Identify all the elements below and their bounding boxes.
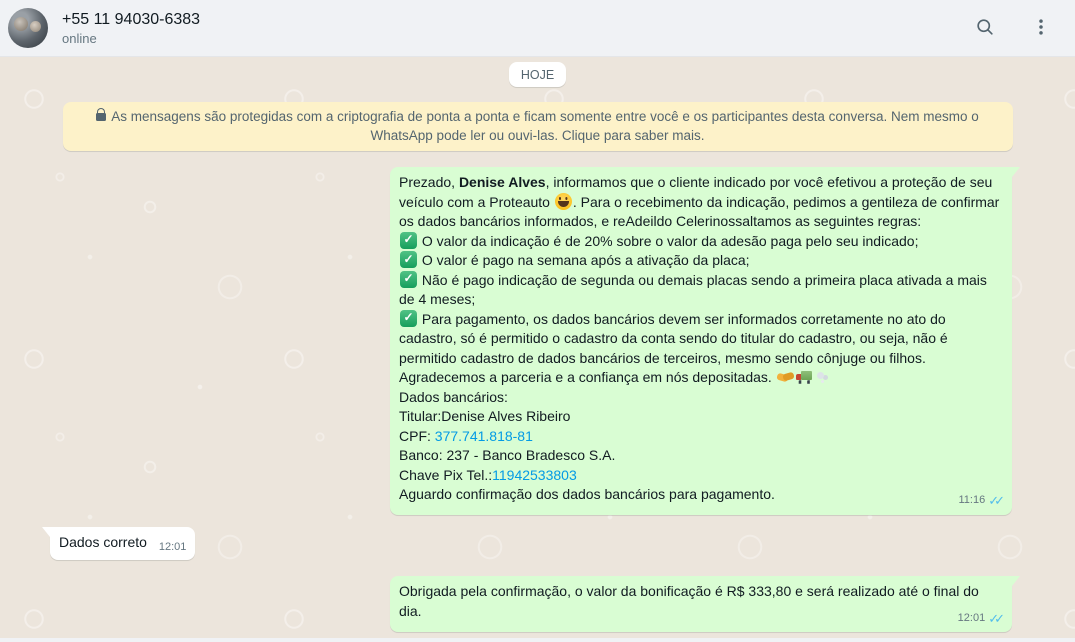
message-text-segment: Banco: 237 - Banco Bradesco S.A. bbox=[399, 447, 615, 463]
grin-emoji bbox=[555, 193, 572, 210]
check-emoji bbox=[400, 310, 417, 327]
message-text-segment: Denise Alves bbox=[459, 174, 546, 190]
dash-emoji bbox=[815, 368, 832, 385]
message-time: 11:16 bbox=[958, 491, 985, 511]
message-text: Dados correto bbox=[59, 534, 147, 550]
compose-bar-edge bbox=[0, 638, 1075, 642]
chat-area: HOJE As mensagens são protegidas com a c… bbox=[0, 57, 1075, 642]
message-meta: 11:16 ✓✓ bbox=[958, 491, 1005, 511]
message-text-segment: CPF: bbox=[399, 428, 435, 444]
bubble-tail bbox=[1012, 576, 1020, 586]
read-ticks-icon: ✓✓ bbox=[988, 495, 1005, 506]
pix-phone-link[interactable]: 11942533803 bbox=[492, 467, 577, 483]
check-emoji bbox=[400, 232, 417, 249]
search-icon bbox=[975, 17, 995, 40]
bubble-tail bbox=[1012, 167, 1020, 177]
header-actions bbox=[971, 13, 1055, 44]
contact-status: online bbox=[62, 30, 971, 48]
message-meta: 12:01 bbox=[159, 538, 187, 558]
message-text-segment: Obrigada pela confirmação, o valor da bo… bbox=[399, 583, 979, 619]
date-divider: HOJE bbox=[509, 62, 566, 87]
check-emoji bbox=[400, 271, 417, 288]
chat-header: +55 11 94030-6383 online bbox=[0, 0, 1075, 57]
contact-info[interactable]: +55 11 94030-6383 online bbox=[62, 9, 971, 48]
message-time: 12:01 bbox=[958, 609, 986, 629]
read-ticks-icon: ✓✓ bbox=[988, 613, 1005, 624]
message-text-segment: Dados bancários: bbox=[399, 389, 508, 405]
message-bubble-outgoing[interactable]: Prezado, Denise Alves, informamos que o … bbox=[390, 167, 1012, 515]
kebab-menu-icon bbox=[1031, 17, 1051, 40]
handshake-emoji bbox=[777, 368, 794, 385]
message-text-segment: Aguardo confirmação dos dados bancários … bbox=[399, 486, 775, 502]
check-emoji bbox=[400, 251, 417, 268]
message-row: Obrigada pela confirmação, o valor da bo… bbox=[0, 576, 1075, 632]
message-text-segment: O valor é pago na semana após a ativação… bbox=[418, 252, 750, 268]
message-bubble-incoming[interactable]: Dados correto 12:01 bbox=[50, 527, 195, 561]
cpf-link[interactable]: 377.741.818-81 bbox=[435, 428, 533, 444]
message-text-segment: Dados correto bbox=[59, 534, 147, 550]
contact-avatar[interactable] bbox=[8, 8, 48, 48]
message-text-segment: O valor da indicação é de 20% sobre o va… bbox=[418, 233, 918, 249]
menu-button[interactable] bbox=[1027, 13, 1055, 44]
message-text-segment: Chave Pix Tel.: bbox=[399, 467, 492, 483]
whatsapp-chat-window: +55 11 94030-6383 online HOJE As mensage… bbox=[0, 0, 1075, 642]
search-button[interactable] bbox=[971, 13, 999, 44]
encryption-notice-text: As mensagens são protegidas com a cripto… bbox=[111, 109, 978, 143]
message-text-segment: Não é pago indicação de segunda ou demai… bbox=[399, 272, 987, 308]
truck-emoji bbox=[796, 368, 813, 385]
message-time: 12:01 bbox=[159, 538, 187, 558]
message-text-segment: Prezado, bbox=[399, 174, 459, 190]
bubble-tail bbox=[42, 527, 50, 537]
message-row: Prezado, Denise Alves, informamos que o … bbox=[0, 167, 1075, 515]
message-text: Prezado, Denise Alves, informamos que o … bbox=[399, 174, 999, 502]
message-text-segment: Para pagamento, os dados bancários devem… bbox=[399, 311, 948, 366]
message-row: Dados correto 12:01 bbox=[0, 527, 1075, 561]
date-divider-row: HOJE bbox=[0, 62, 1075, 87]
contact-name: +55 11 94030-6383 bbox=[62, 9, 971, 30]
encryption-banner[interactable]: As mensagens são protegidas com a cripto… bbox=[63, 102, 1013, 151]
message-text-segment: Titular:Denise Alves Ribeiro bbox=[399, 408, 570, 424]
lock-icon bbox=[96, 113, 106, 121]
message-text-segment: Agradecemos a parceria e a confiança em … bbox=[399, 369, 776, 385]
message-text: Obrigada pela confirmação, o valor da bo… bbox=[399, 583, 979, 619]
message-bubble-outgoing[interactable]: Obrigada pela confirmação, o valor da bo… bbox=[390, 576, 1012, 632]
message-meta: 12:01 ✓✓ bbox=[958, 609, 1005, 629]
